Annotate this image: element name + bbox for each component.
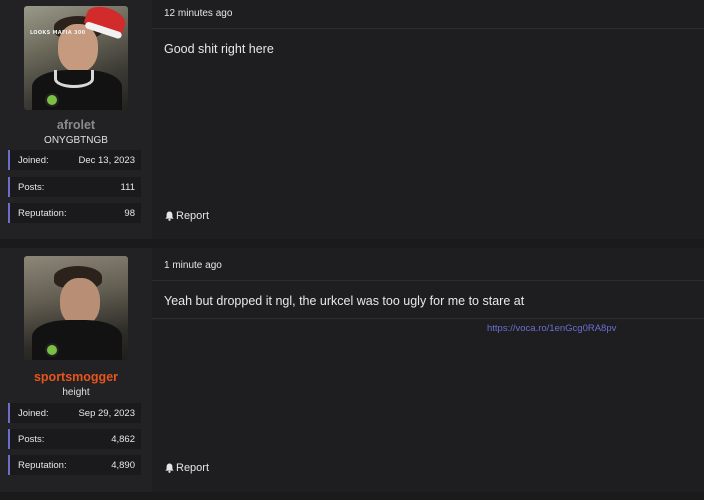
divider: [152, 28, 704, 29]
username-link[interactable]: sportsmogger: [0, 370, 152, 384]
stat-joined: Joined: Sep 29, 2023: [8, 403, 141, 423]
stat-value: 4,862: [111, 434, 135, 445]
avatar-image[interactable]: [24, 256, 128, 360]
stat-label: Reputation:: [18, 460, 67, 471]
avatar[interactable]: LOOKS MAFIA 300: [24, 6, 128, 110]
bell-icon: [165, 463, 174, 473]
post-separator: [0, 492, 704, 500]
chain-icon: [54, 70, 94, 88]
post-timestamp[interactable]: 1 minute ago: [164, 260, 222, 271]
username-link[interactable]: afrolet: [0, 118, 152, 132]
divider: [152, 280, 704, 281]
post: sportsmogger height Joined: Sep 29, 2023…: [0, 248, 704, 492]
avatar[interactable]: [24, 256, 128, 360]
stat-label: Posts:: [18, 182, 45, 193]
report-button[interactable]: Report: [165, 210, 209, 222]
stat-label: Posts:: [18, 434, 45, 445]
stat-value: 111: [120, 182, 135, 193]
stat-value: 98: [124, 208, 135, 219]
stat-value: 4,890: [111, 460, 135, 471]
report-button[interactable]: Report: [165, 462, 209, 474]
online-status-icon: [45, 343, 59, 357]
post-timestamp[interactable]: 12 minutes ago: [164, 8, 232, 19]
stat-label: Joined:: [18, 408, 49, 419]
stat-reputation: Reputation: 4,890: [8, 455, 141, 475]
thread: LOOKS MAFIA 300 afrolet ONYGBTNGB Joined…: [0, 0, 704, 500]
online-status-icon: [45, 93, 59, 107]
user-title: height: [62, 387, 90, 398]
stat-posts: Posts: 4,862: [8, 429, 141, 449]
signature-divider: [152, 318, 704, 319]
bell-icon: [165, 211, 174, 221]
post-user-panel: sportsmogger height Joined: Sep 29, 2023…: [0, 248, 152, 492]
post-message-panel: 12 minutes ago Good shit right here Repo…: [152, 0, 704, 239]
stat-label: Joined:: [18, 155, 49, 166]
post-message-panel: 1 minute ago Yeah but dropped it ngl, th…: [152, 248, 704, 492]
stat-reputation: Reputation: 98: [8, 203, 141, 223]
post-user-panel: LOOKS MAFIA 300 afrolet ONYGBTNGB Joined…: [0, 0, 152, 239]
stat-value: Sep 29, 2023: [78, 408, 135, 419]
avatar-face: [60, 278, 100, 326]
report-label: Report: [176, 210, 210, 222]
report-label: Report: [176, 462, 210, 474]
stat-label: Reputation:: [18, 208, 67, 219]
stat-posts: Posts: 111: [8, 177, 141, 197]
avatar-caption: LOOKS MAFIA 300: [30, 30, 86, 36]
signature-link[interactable]: https://voca.ro/1enGcg0RA8pv: [487, 323, 616, 334]
user-title: ONYGBTNGB: [44, 135, 108, 146]
stat-value: Dec 13, 2023: [78, 155, 135, 166]
stat-joined: Joined: Dec 13, 2023: [8, 150, 141, 170]
post-message: Good shit right here: [164, 42, 274, 56]
post: LOOKS MAFIA 300 afrolet ONYGBTNGB Joined…: [0, 0, 704, 239]
avatar-image[interactable]: LOOKS MAFIA 300: [24, 6, 128, 110]
post-message: Yeah but dropped it ngl, the urkcel was …: [164, 294, 525, 308]
post-separator: [0, 239, 704, 248]
